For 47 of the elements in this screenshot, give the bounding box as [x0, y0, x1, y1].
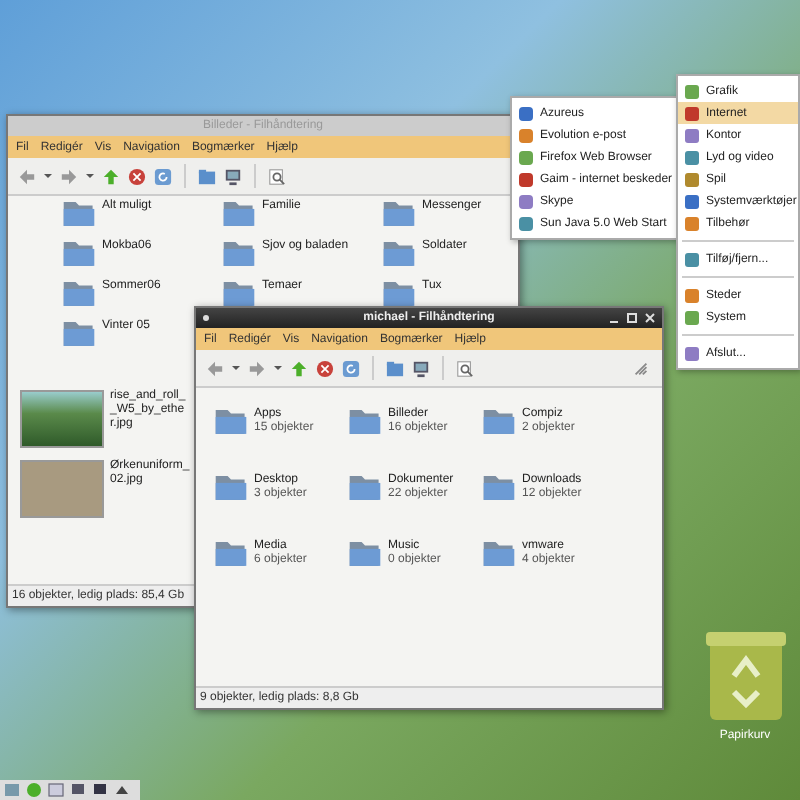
folder-icon[interactable]: [482, 408, 516, 436]
reload-icon[interactable]: [342, 359, 360, 377]
folder-icon[interactable]: [222, 240, 256, 268]
computer-icon[interactable]: [224, 167, 242, 185]
back-arrow-icon[interactable]: [18, 167, 36, 185]
folder-icon[interactable]: [62, 280, 96, 308]
dropdown-icon[interactable]: [44, 172, 52, 180]
window-menu-icon[interactable]: [202, 314, 210, 322]
dropdown-icon[interactable]: [232, 364, 240, 372]
window-icon[interactable]: [48, 782, 64, 798]
folder-icon[interactable]: [382, 240, 416, 268]
category-icon: [684, 251, 700, 267]
maximize-icon[interactable]: [626, 312, 638, 324]
stop-icon[interactable]: [316, 359, 334, 377]
reload-icon[interactable]: [154, 167, 172, 185]
up-arrow-icon[interactable]: [290, 359, 308, 377]
stop-icon[interactable]: [128, 167, 146, 185]
folder-icon[interactable]: [62, 240, 96, 268]
folder-icon[interactable]: [382, 200, 416, 228]
folder-icon[interactable]: [482, 540, 516, 568]
folder-icon[interactable]: [214, 408, 248, 436]
arrow-up-icon[interactable]: [114, 782, 130, 798]
photo-placeholder[interactable]: [20, 390, 104, 448]
folder-icon[interactable]: [382, 280, 416, 308]
folder-icon[interactable]: [62, 320, 96, 348]
folder-icon[interactable]: [198, 167, 216, 185]
dropdown-icon[interactable]: [274, 364, 282, 372]
folder-icon[interactable]: [214, 540, 248, 568]
folder-icon[interactable]: [214, 474, 248, 502]
category-icon: [684, 345, 700, 361]
folder-icon[interactable]: [482, 474, 516, 502]
up-arrow-icon[interactable]: [102, 167, 120, 185]
forward-arrow-icon[interactable]: [60, 167, 78, 185]
folder-icon[interactable]: [348, 408, 382, 436]
zoom-icon[interactable]: [268, 167, 286, 185]
close-icon[interactable]: [644, 312, 656, 324]
folder-icon[interactable]: [386, 359, 404, 377]
folder-icon[interactable]: [222, 280, 256, 308]
forward-arrow-icon[interactable]: [248, 359, 266, 377]
computer-icon[interactable]: [412, 359, 430, 377]
folder-icon[interactable]: [348, 540, 382, 568]
folder-icon[interactable]: [348, 474, 382, 502]
dropdown-icon[interactable]: [86, 172, 94, 180]
zoom-icon[interactable]: [456, 359, 474, 377]
folder-icon[interactable]: [222, 200, 256, 228]
folder-icon[interactable]: [62, 200, 96, 228]
back-arrow-icon[interactable]: [206, 359, 224, 377]
